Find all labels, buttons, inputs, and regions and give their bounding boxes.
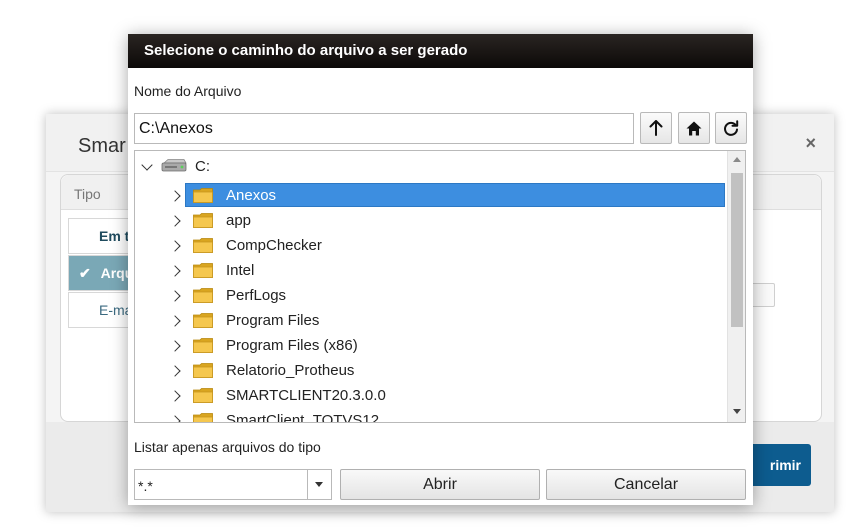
refresh-button[interactable]	[715, 112, 747, 144]
folder-icon	[193, 288, 213, 303]
chevron-down-icon	[315, 482, 323, 487]
folder-node[interactable]: PerfLogs	[135, 283, 725, 308]
folder-node[interactable]: Program Files (x86)	[135, 333, 725, 358]
chevron-down-icon[interactable]	[141, 159, 153, 171]
home-button[interactable]	[678, 112, 710, 144]
chevron-right-icon[interactable]	[169, 390, 181, 402]
hard-drive-icon	[161, 159, 187, 172]
close-icon[interactable]: ×	[805, 133, 816, 154]
chevron-right-icon[interactable]	[169, 190, 181, 202]
chevron-right-icon[interactable]	[169, 340, 181, 352]
folder-icon	[193, 263, 213, 278]
check-icon: ✔	[79, 265, 91, 281]
chevron-right-icon[interactable]	[169, 240, 181, 252]
dialog-title: Selecione o caminho do arquivo a ser ger…	[128, 34, 753, 68]
background-field[interactable]	[751, 283, 775, 307]
folder-icon	[193, 213, 213, 228]
file-path-dialog: Selecione o caminho do arquivo a ser ger…	[128, 34, 753, 505]
file-name-label: Nome do Arquivo	[134, 83, 242, 99]
print-button[interactable]: rimir	[748, 444, 811, 486]
tipo-label: Tipo	[74, 186, 101, 202]
scroll-up-icon[interactable]	[733, 157, 741, 162]
folder-icon	[193, 413, 213, 422]
drive-node[interactable]: C:	[135, 155, 725, 180]
folder-name: PerfLogs	[226, 287, 287, 304]
scroll-thumb[interactable]	[731, 173, 743, 327]
folder-tree[interactable]: C: Anexos app CompChecker Intel PerfLogs Prog…	[134, 150, 746, 423]
background-dialog-title: Smar	[78, 135, 126, 157]
folder-icon	[193, 188, 213, 203]
folder-icon	[193, 363, 213, 378]
folder-name: SMARTCLIENT20.3.0.0	[226, 387, 386, 404]
folder-node[interactable]: Relatorio_Protheus	[135, 358, 725, 383]
folder-node[interactable]: Program Files	[135, 308, 725, 333]
folder-node[interactable]: app	[135, 208, 725, 233]
vertical-scrollbar[interactable]	[727, 151, 745, 422]
up-folder-button[interactable]	[640, 112, 672, 144]
file-path-input[interactable]	[134, 113, 634, 144]
type-filter-label: Listar apenas arquivos do tipo	[134, 439, 321, 455]
folder-name: SmartClient_TOTVS12	[226, 412, 380, 423]
arrow-up-icon	[649, 120, 663, 136]
type-filter-select[interactable]: *.*	[134, 469, 332, 500]
type-filter-value: *.*	[138, 478, 153, 494]
folder-icon	[193, 238, 213, 253]
folder-node[interactable]: Anexos	[135, 183, 725, 208]
chevron-right-icon[interactable]	[169, 215, 181, 227]
folder-name: Intel	[226, 262, 255, 279]
drive-label: C:	[195, 158, 210, 175]
folder-icon	[193, 388, 213, 403]
cancel-button[interactable]: Cancelar	[546, 469, 746, 500]
folder-icon	[193, 313, 213, 328]
folder-node[interactable]: SmartClient_TOTVS12	[135, 408, 725, 423]
chevron-right-icon[interactable]	[169, 315, 181, 327]
folder-icon	[193, 338, 213, 353]
folder-name: CompChecker	[226, 237, 322, 254]
chevron-right-icon[interactable]	[169, 265, 181, 277]
folder-name: Program Files	[226, 312, 320, 329]
open-button[interactable]: Abrir	[340, 469, 540, 500]
scroll-down-icon[interactable]	[733, 409, 741, 414]
folder-node[interactable]: Intel	[135, 258, 725, 283]
dropdown-toggle[interactable]	[307, 470, 331, 499]
folder-node-background	[185, 208, 725, 232]
folder-node-background	[185, 258, 725, 282]
chevron-right-icon[interactable]	[169, 365, 181, 377]
folder-name: app	[226, 212, 252, 229]
chevron-right-icon[interactable]	[169, 290, 181, 302]
folder-name: Relatorio_Protheus	[226, 362, 355, 379]
refresh-icon	[724, 120, 739, 136]
home-icon	[686, 121, 702, 135]
folder-node[interactable]: CompChecker	[135, 233, 725, 258]
folder-name: Program Files (x86)	[226, 337, 358, 354]
chevron-right-icon[interactable]	[169, 415, 181, 422]
folder-node[interactable]: SMARTCLIENT20.3.0.0	[135, 383, 725, 408]
folder-name: Anexos	[226, 187, 277, 204]
